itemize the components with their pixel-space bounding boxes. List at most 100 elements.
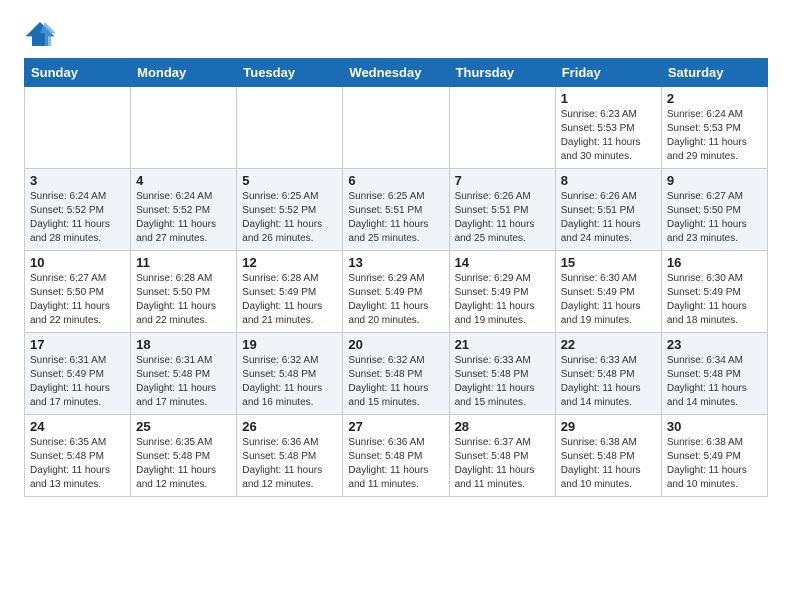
weekday-header-saturday: Saturday: [661, 59, 767, 87]
day-info: Sunrise: 6:29 AM Sunset: 5:49 PM Dayligh…: [455, 272, 550, 328]
calendar-cell: 1Sunrise: 6:23 AM Sunset: 5:53 PM Daylig…: [555, 87, 661, 169]
day-info: Sunrise: 6:24 AM Sunset: 5:52 PM Dayligh…: [136, 190, 231, 246]
day-info: Sunrise: 6:33 AM Sunset: 5:48 PM Dayligh…: [561, 354, 656, 410]
calendar-week-2: 3 Sunrise: 6:24 AM Sunset: 5:52 PM Daylig…: [25, 169, 768, 251]
calendar-cell: 4 Sunrise: 6:24 AM Sunset: 5:52 PM Daylig…: [131, 169, 237, 251]
day-info: Sunrise: 6:36 AM Sunset: 5:48 PM Dayligh…: [242, 436, 337, 492]
day-info: Sunrise: 6:26 AM Sunset: 5:51 PM Dayligh…: [455, 190, 550, 246]
logo: [24, 20, 60, 48]
weekday-header-friday: Friday: [555, 59, 661, 87]
day-number: 8: [561, 173, 656, 188]
day-info: Sunrise: 6:24 AM Sunset: 5:52 PM Dayligh…: [30, 190, 125, 246]
day-number: 9: [667, 173, 762, 188]
day-info: Sunrise: 6:35 AM Sunset: 5:48 PM Dayligh…: [30, 436, 125, 492]
day-info: Sunrise: 6:25 AM Sunset: 5:51 PM Dayligh…: [348, 190, 443, 246]
calendar-cell: 23Sunrise: 6:34 AM Sunset: 5:48 PM Dayli…: [661, 333, 767, 415]
day-number: 21: [455, 337, 550, 352]
calendar-cell: 24 Sunrise: 6:35 AM Sunset: 5:48 PM Dayli…: [25, 415, 131, 497]
weekday-header-tuesday: Tuesday: [237, 59, 343, 87]
weekday-header-thursday: Thursday: [449, 59, 555, 87]
calendar-cell: [343, 87, 449, 169]
day-number: 29: [561, 419, 656, 434]
day-info: Sunrise: 6:23 AM Sunset: 5:53 PM Dayligh…: [561, 108, 656, 164]
calendar-cell: 17 Sunrise: 6:31 AM Sunset: 5:49 PM Dayli…: [25, 333, 131, 415]
day-number: 12: [242, 255, 337, 270]
calendar-cell: 8 Sunrise: 6:26 AM Sunset: 5:51 PM Daylig…: [555, 169, 661, 251]
day-info: Sunrise: 6:24 AM Sunset: 5:53 PM Dayligh…: [667, 108, 762, 164]
calendar-cell: 12 Sunrise: 6:28 AM Sunset: 5:49 PM Dayli…: [237, 251, 343, 333]
day-number: 15: [561, 255, 656, 270]
day-info: Sunrise: 6:32 AM Sunset: 5:48 PM Dayligh…: [348, 354, 443, 410]
calendar-cell: 3 Sunrise: 6:24 AM Sunset: 5:52 PM Daylig…: [25, 169, 131, 251]
day-number: 7: [455, 173, 550, 188]
calendar-header-row: SundayMondayTuesdayWednesdayThursdayFrid…: [25, 59, 768, 87]
calendar-cell: 6 Sunrise: 6:25 AM Sunset: 5:51 PM Daylig…: [343, 169, 449, 251]
calendar-cell: 29 Sunrise: 6:38 AM Sunset: 5:48 PM Dayli…: [555, 415, 661, 497]
day-info: Sunrise: 6:32 AM Sunset: 5:48 PM Dayligh…: [242, 354, 337, 410]
calendar-cell: 11 Sunrise: 6:28 AM Sunset: 5:50 PM Dayli…: [131, 251, 237, 333]
day-number: 13: [348, 255, 443, 270]
day-info: Sunrise: 6:31 AM Sunset: 5:49 PM Dayligh…: [30, 354, 125, 410]
day-number: 14: [455, 255, 550, 270]
calendar-cell: 28Sunrise: 6:37 AM Sunset: 5:48 PM Dayli…: [449, 415, 555, 497]
day-info: Sunrise: 6:30 AM Sunset: 5:49 PM Dayligh…: [667, 272, 762, 328]
day-number: 18: [136, 337, 231, 352]
day-number: 23: [667, 337, 762, 352]
day-number: 22: [561, 337, 656, 352]
calendar-cell: 10Sunrise: 6:27 AM Sunset: 5:50 PM Dayli…: [25, 251, 131, 333]
day-number: 27: [348, 419, 443, 434]
day-info: Sunrise: 6:28 AM Sunset: 5:49 PM Dayligh…: [242, 272, 337, 328]
calendar-cell: 19 Sunrise: 6:32 AM Sunset: 5:48 PM Dayli…: [237, 333, 343, 415]
calendar-cell: 14 Sunrise: 6:29 AM Sunset: 5:49 PM Dayli…: [449, 251, 555, 333]
day-number: 26: [242, 419, 337, 434]
page: SundayMondayTuesdayWednesdayThursdayFrid…: [0, 0, 792, 513]
calendar-cell: [131, 87, 237, 169]
day-info: Sunrise: 6:29 AM Sunset: 5:49 PM Dayligh…: [348, 272, 443, 328]
calendar-cell: 2Sunrise: 6:24 AM Sunset: 5:53 PM Daylig…: [661, 87, 767, 169]
weekday-header-monday: Monday: [131, 59, 237, 87]
day-info: Sunrise: 6:25 AM Sunset: 5:52 PM Dayligh…: [242, 190, 337, 246]
calendar-cell: 26 Sunrise: 6:36 AM Sunset: 5:48 PM Dayli…: [237, 415, 343, 497]
day-info: Sunrise: 6:31 AM Sunset: 5:48 PM Dayligh…: [136, 354, 231, 410]
day-info: Sunrise: 6:26 AM Sunset: 5:51 PM Dayligh…: [561, 190, 656, 246]
calendar-cell: 30Sunrise: 6:38 AM Sunset: 5:49 PM Dayli…: [661, 415, 767, 497]
day-info: Sunrise: 6:38 AM Sunset: 5:48 PM Dayligh…: [561, 436, 656, 492]
day-number: 25: [136, 419, 231, 434]
day-number: 17: [30, 337, 125, 352]
day-number: 16: [667, 255, 762, 270]
day-number: 3: [30, 173, 125, 188]
calendar-cell: 18 Sunrise: 6:31 AM Sunset: 5:48 PM Dayli…: [131, 333, 237, 415]
day-number: 24: [30, 419, 125, 434]
calendar-cell: 22 Sunrise: 6:33 AM Sunset: 5:48 PM Dayli…: [555, 333, 661, 415]
calendar: SundayMondayTuesdayWednesdayThursdayFrid…: [24, 58, 768, 497]
calendar-cell: [237, 87, 343, 169]
calendar-cell: 20 Sunrise: 6:32 AM Sunset: 5:48 PM Dayli…: [343, 333, 449, 415]
day-info: Sunrise: 6:37 AM Sunset: 5:48 PM Dayligh…: [455, 436, 550, 492]
day-info: Sunrise: 6:36 AM Sunset: 5:48 PM Dayligh…: [348, 436, 443, 492]
day-info: Sunrise: 6:27 AM Sunset: 5:50 PM Dayligh…: [30, 272, 125, 328]
day-info: Sunrise: 6:28 AM Sunset: 5:50 PM Dayligh…: [136, 272, 231, 328]
calendar-cell: 15 Sunrise: 6:30 AM Sunset: 5:49 PM Dayli…: [555, 251, 661, 333]
day-number: 11: [136, 255, 231, 270]
day-number: 4: [136, 173, 231, 188]
weekday-header-wednesday: Wednesday: [343, 59, 449, 87]
calendar-week-3: 10Sunrise: 6:27 AM Sunset: 5:50 PM Dayli…: [25, 251, 768, 333]
day-number: 6: [348, 173, 443, 188]
day-info: Sunrise: 6:30 AM Sunset: 5:49 PM Dayligh…: [561, 272, 656, 328]
calendar-cell: 21 Sunrise: 6:33 AM Sunset: 5:48 PM Dayli…: [449, 333, 555, 415]
day-info: Sunrise: 6:27 AM Sunset: 5:50 PM Dayligh…: [667, 190, 762, 246]
calendar-cell: 16 Sunrise: 6:30 AM Sunset: 5:49 PM Dayli…: [661, 251, 767, 333]
calendar-cell: 25 Sunrise: 6:35 AM Sunset: 5:48 PM Dayli…: [131, 415, 237, 497]
day-info: Sunrise: 6:35 AM Sunset: 5:48 PM Dayligh…: [136, 436, 231, 492]
day-info: Sunrise: 6:38 AM Sunset: 5:49 PM Dayligh…: [667, 436, 762, 492]
calendar-cell: [25, 87, 131, 169]
weekday-header-sunday: Sunday: [25, 59, 131, 87]
day-info: Sunrise: 6:33 AM Sunset: 5:48 PM Dayligh…: [455, 354, 550, 410]
day-number: 20: [348, 337, 443, 352]
day-number: 5: [242, 173, 337, 188]
logo-icon: [24, 20, 56, 48]
day-number: 19: [242, 337, 337, 352]
calendar-week-1: 1Sunrise: 6:23 AM Sunset: 5:53 PM Daylig…: [25, 87, 768, 169]
calendar-cell: 7 Sunrise: 6:26 AM Sunset: 5:51 PM Daylig…: [449, 169, 555, 251]
calendar-week-5: 24 Sunrise: 6:35 AM Sunset: 5:48 PM Dayli…: [25, 415, 768, 497]
